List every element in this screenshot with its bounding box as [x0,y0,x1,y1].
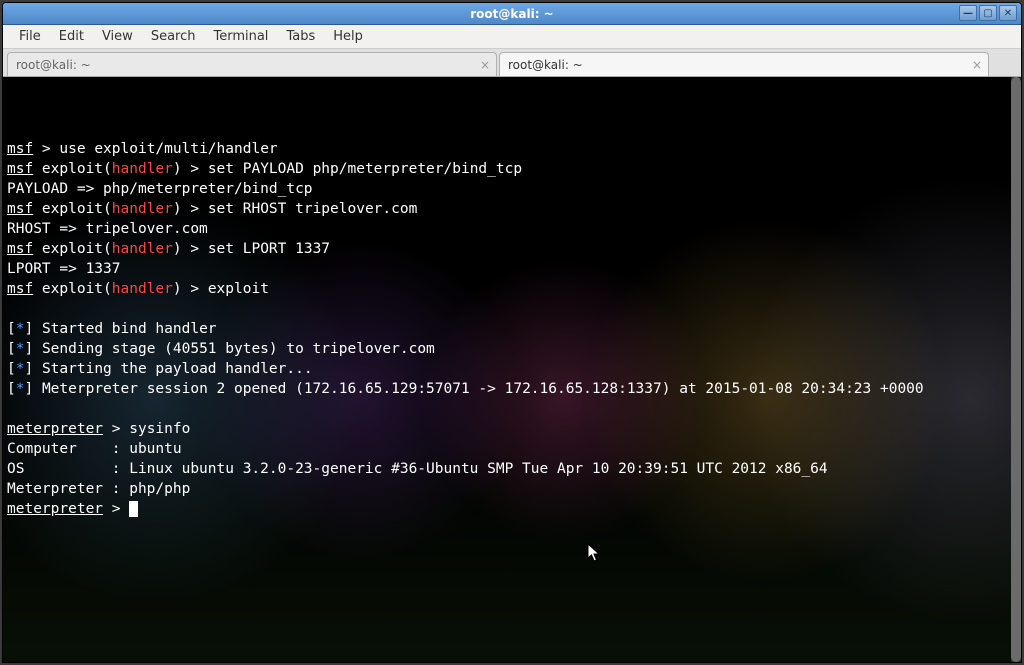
minimize-button[interactable]: — [959,5,977,21]
window-title: root@kali: ~ [470,7,553,21]
mouse-pointer-icon [587,543,603,563]
window-controls: — ▢ ✕ [959,5,1017,21]
tabbar: root@kali: ~ × root@kali: ~ × [3,49,1021,77]
titlebar[interactable]: root@kali: ~ — ▢ ✕ [3,3,1021,25]
text-cursor [129,501,138,517]
menu-tabs[interactable]: Tabs [278,27,323,46]
menu-help[interactable]: Help [325,27,371,46]
menu-terminal[interactable]: Terminal [205,27,276,46]
menu-search[interactable]: Search [143,27,204,46]
menu-file[interactable]: File [11,27,49,46]
close-icon[interactable]: × [972,58,982,72]
menubar: File Edit View Search Terminal Tabs Help [3,25,1021,49]
terminal-output: msf > use exploit/multi/handler msf expl… [7,139,1017,519]
scrollbar-thumb[interactable] [1011,77,1021,662]
tab-terminal-2[interactable]: root@kali: ~ × [499,52,989,76]
maximize-button[interactable]: ▢ [979,5,997,21]
tab-label: root@kali: ~ [508,58,583,72]
terminal-area[interactable]: msf > use exploit/multi/handler msf expl… [3,77,1021,662]
app-window: root@kali: ~ — ▢ ✕ File Edit View Search… [2,2,1022,663]
close-icon[interactable]: × [480,58,490,72]
close-button[interactable]: ✕ [999,5,1017,21]
menu-view[interactable]: View [94,27,141,46]
menu-edit[interactable]: Edit [51,27,92,46]
tab-label: root@kali: ~ [16,58,91,72]
scrollbar[interactable] [1011,77,1021,662]
tab-terminal-1[interactable]: root@kali: ~ × [7,52,497,76]
